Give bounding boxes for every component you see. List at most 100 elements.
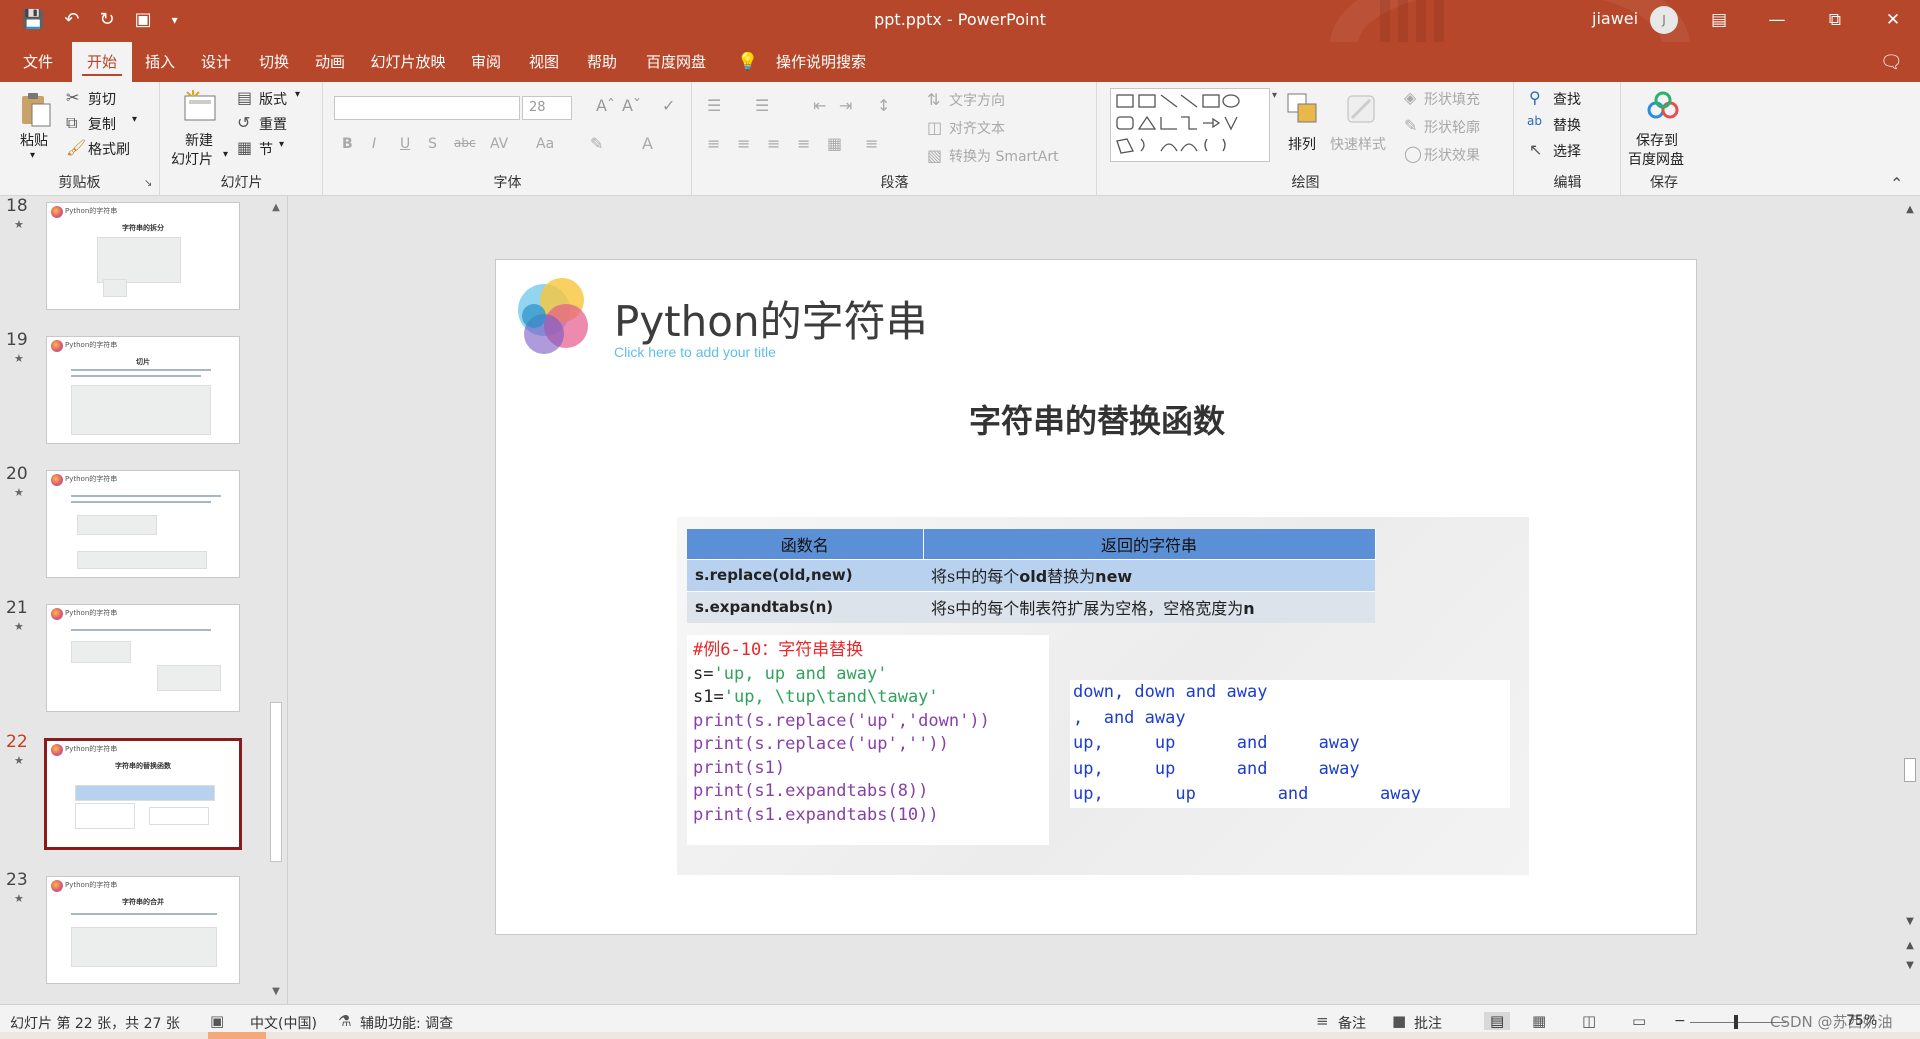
strikethrough-button[interactable]: abc <box>454 136 476 150</box>
smartart-icon[interactable]: ▧ <box>927 146 942 165</box>
find-label[interactable]: 查找 <box>1553 89 1581 109</box>
font-name-input[interactable] <box>334 96 520 120</box>
comment-icon[interactable]: 🗨 <box>1880 52 1903 73</box>
align-right-icon[interactable]: ≡ <box>767 134 780 153</box>
align-text-vertical-icon[interactable]: ◫ <box>927 118 942 137</box>
clipboard-launcher-icon[interactable]: ↘ <box>144 178 152 189</box>
shape-outline-label[interactable]: 形状轮廓 <box>1424 117 1480 137</box>
minimize-icon[interactable]: — <box>1748 6 1806 34</box>
clear-format-icon[interactable]: ✓ <box>662 96 675 115</box>
replace-icon[interactable]: ab <box>1527 114 1542 128</box>
save-to-label[interactable]: 保存到 <box>1636 130 1678 150</box>
increase-font-icon[interactable]: Aˆ <box>596 96 615 115</box>
section-dropdown-icon[interactable]: ▾ <box>279 139 284 150</box>
slide-subtitle[interactable]: Click here to add your title <box>614 344 776 360</box>
align-center-icon[interactable]: ≡ <box>737 134 750 153</box>
layout-label[interactable]: 版式 <box>259 89 287 109</box>
decrease-font-icon[interactable]: Aˇ <box>622 96 641 115</box>
comments-button[interactable]: 批注 <box>1414 1013 1442 1033</box>
select-label[interactable]: 选择 <box>1553 141 1581 161</box>
font-color-icon[interactable]: A <box>642 134 653 153</box>
shape-effects-icon[interactable]: ◯ <box>1404 144 1422 163</box>
section-icon[interactable]: ▦ <box>237 138 252 157</box>
scroll-thumb[interactable] <box>270 702 282 862</box>
new-slide-label-2[interactable]: 幻灯片 <box>171 149 213 169</box>
char-spacing-button[interactable]: AV <box>490 136 508 152</box>
underline-button[interactable]: U <box>400 136 410 152</box>
tell-me-search[interactable]: 操作说明搜索 <box>766 42 876 82</box>
quick-styles-label[interactable]: 快速样式 <box>1330 134 1386 154</box>
copy-label[interactable]: 复制 <box>88 114 116 134</box>
numbering-icon[interactable]: ☰ <box>755 96 769 115</box>
line-spacing-icon[interactable]: ↕ <box>877 96 890 115</box>
notes-button[interactable]: 备注 <box>1338 1013 1366 1033</box>
increase-indent-icon[interactable]: ⇥ <box>839 96 852 115</box>
current-slide[interactable]: Python的字符串 Click here to add your title … <box>495 259 1697 935</box>
baidu-cloud-icon[interactable] <box>1644 88 1682 126</box>
new-slide-label[interactable]: 新建 <box>185 130 213 150</box>
next-slide-icon[interactable]: ▼ <box>1902 960 1918 971</box>
columns-icon[interactable]: ▦ <box>827 134 842 153</box>
align-text-label[interactable]: 对齐文本 <box>949 118 1005 138</box>
scroll-up-icon[interactable]: ▲ <box>268 200 284 216</box>
new-slide-icon[interactable] <box>181 88 219 126</box>
section-label[interactable]: 节 <box>259 139 273 159</box>
tab-view[interactable]: 视图 <box>520 42 568 82</box>
italic-button[interactable]: I <box>372 136 376 152</box>
paste-icon[interactable] <box>16 90 54 128</box>
prev-slide-icon[interactable]: ▲ <box>1902 940 1918 951</box>
language-status[interactable]: 中文(中国) <box>250 1013 317 1033</box>
maximize-icon[interactable]: ⧉ <box>1806 6 1864 34</box>
notes-icon[interactable]: ≡ <box>1316 1012 1329 1030</box>
slide-heading[interactable]: 字符串的替换函数 <box>496 396 1698 442</box>
bold-button[interactable]: B <box>342 136 353 152</box>
smartart-label[interactable]: 转换为 SmartArt <box>949 146 1059 166</box>
layout-icon[interactable]: ▤ <box>237 88 252 107</box>
paste-dropdown-icon[interactable]: ▾ <box>30 150 35 161</box>
tab-file[interactable]: 文件 <box>14 42 62 82</box>
tab-transitions[interactable]: 切换 <box>250 42 298 82</box>
reset-label[interactable]: 重置 <box>259 114 287 134</box>
slide-thumbnail[interactable]: Python的字符串 <box>46 604 240 712</box>
zoom-slider-knob[interactable] <box>1734 1015 1738 1029</box>
ribbon-display-icon[interactable]: ▤ <box>1690 6 1748 34</box>
align-left-icon[interactable]: ≡ <box>707 134 720 153</box>
spellcheck-icon[interactable]: ▣ <box>210 1012 224 1030</box>
shapes-scroll-icon[interactable]: ▾ <box>1272 90 1277 101</box>
slide-thumbnail[interactable]: Python的字符串 字符串的拆分 <box>46 202 240 310</box>
tab-baidu[interactable]: 百度网盘 <box>636 42 716 82</box>
code-block[interactable]: #例6-10：字符串替换 s='up, up and away' s1='up, \… <box>687 635 1049 845</box>
tab-insert[interactable]: 插入 <box>136 42 184 82</box>
font-size-input[interactable]: 28 <box>522 96 572 120</box>
tab-help[interactable]: 帮助 <box>578 42 626 82</box>
function-table[interactable]: 函数名 返回的字符串 s.replace(old,new) 将s中的每个old替… <box>687 529 1376 623</box>
shape-fill-icon[interactable]: ◈ <box>1404 88 1416 107</box>
arrange-icon[interactable] <box>1284 90 1322 128</box>
normal-view-icon[interactable]: ▤ <box>1484 1012 1511 1030</box>
cut-label[interactable]: 剪切 <box>88 89 116 109</box>
text-direction-icon[interactable]: ⇅ <box>927 90 940 109</box>
slide-thumbnail[interactable]: Python的字符串 字符串的合并 <box>46 876 240 984</box>
collapse-ribbon-icon[interactable]: ⌃ <box>1890 174 1903 193</box>
align-text-icon[interactable]: ≡ <box>865 134 878 153</box>
slide-title[interactable]: Python的字符串 <box>614 288 928 349</box>
output-block[interactable]: down, down and away , and away up, up and … <box>1070 680 1510 808</box>
comments-icon[interactable]: ■ <box>1392 1012 1406 1030</box>
shapes-gallery[interactable] <box>1110 88 1270 162</box>
slide-thumbnail[interactable]: Python的字符串 切片 <box>46 336 240 444</box>
slide-scrollbar[interactable]: ▲ ▼ ▲ ▼ <box>1900 196 1920 1004</box>
highlight-icon[interactable]: ✎ <box>590 134 603 153</box>
tab-slideshow[interactable]: 幻灯片放映 <box>364 42 452 82</box>
slide-thumbnail[interactable]: Python的字符串 <box>46 470 240 578</box>
tab-animations[interactable]: 动画 <box>306 42 354 82</box>
tab-home[interactable]: 开始 <box>72 42 132 82</box>
accessibility-icon[interactable]: ⚗ <box>338 1012 351 1030</box>
scroll-down-icon[interactable]: ▼ <box>1902 916 1918 927</box>
scroll-down-icon[interactable]: ▼ <box>268 984 284 1000</box>
format-painter-label[interactable]: 格式刷 <box>88 139 130 159</box>
lightbulb-icon[interactable]: 💡 <box>736 42 760 82</box>
reset-icon[interactable]: ↺ <box>237 113 250 132</box>
shape-outline-icon[interactable]: ✎ <box>1404 116 1417 135</box>
scroll-thumb[interactable] <box>1904 758 1916 782</box>
quick-styles-icon[interactable] <box>1342 90 1380 128</box>
